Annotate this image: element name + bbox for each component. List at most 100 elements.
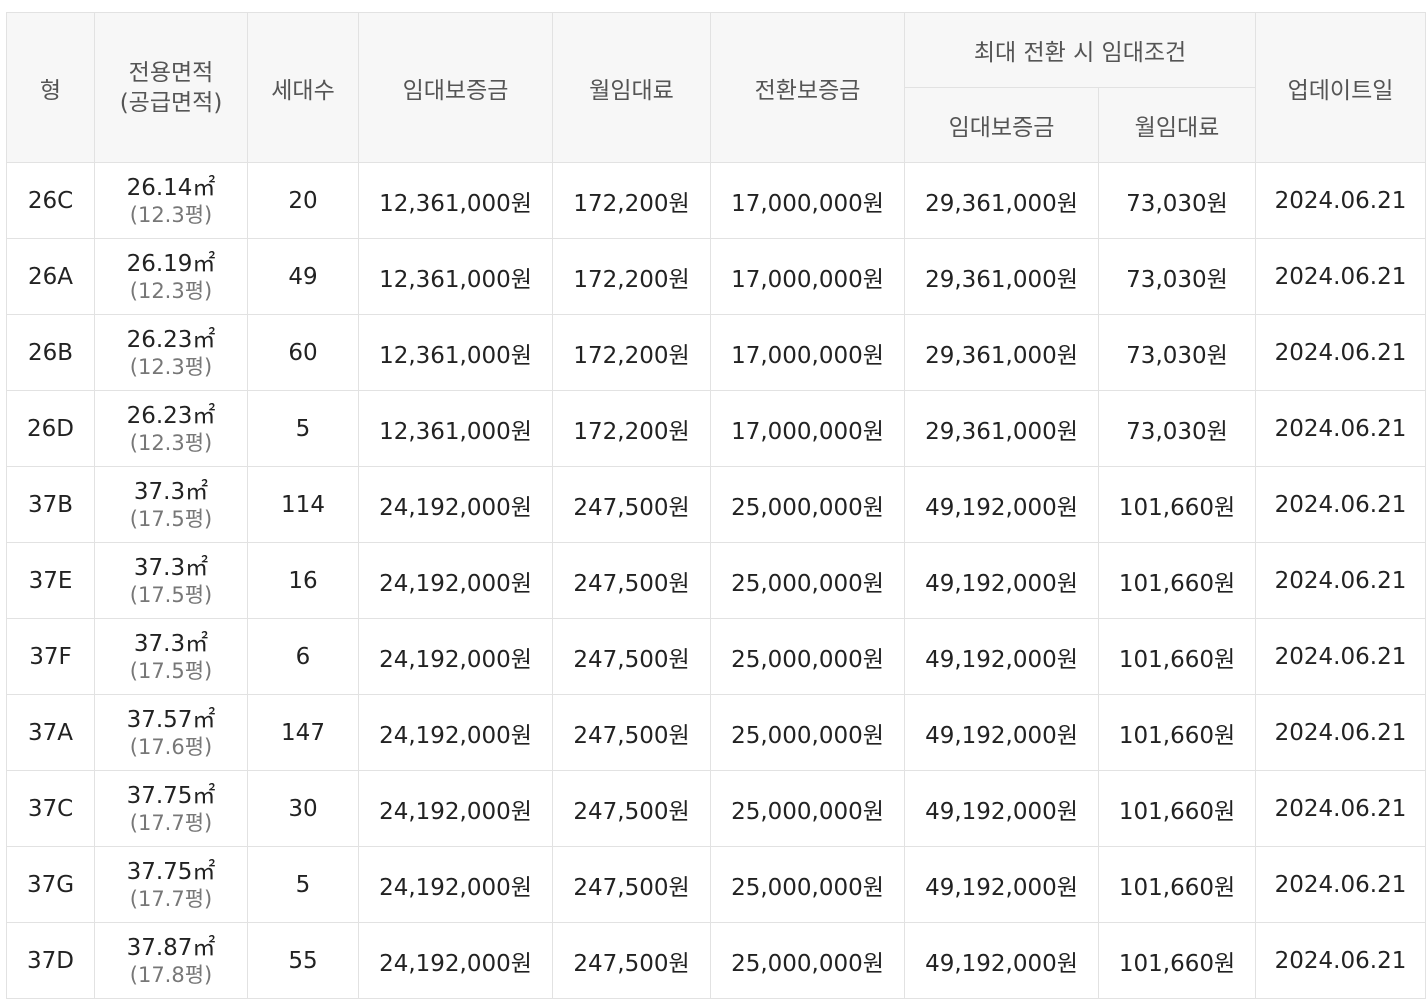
area-exclusive: 26.14㎡ (95, 174, 247, 202)
area-exclusive: 37.87㎡ (95, 934, 247, 962)
header-households: 세대수 (247, 12, 359, 163)
area-supply: (12.3평) (129, 354, 213, 379)
area-unit: ㎡ (192, 782, 216, 809)
table-row: 37B 37.3㎡ (17.5평) 114 24,192,000원 247,500원 25,… (6, 466, 1426, 543)
area-supply: (17.7평) (129, 886, 213, 911)
cell-deposit: 24,192,000원 (358, 694, 553, 771)
cell-deposit: 24,192,000원 (358, 466, 553, 543)
area-supply: (12.3평) (129, 430, 213, 455)
cell-max-deposit: 29,361,000원 (904, 238, 1099, 315)
area-exclusive: 37.3㎡ (95, 630, 247, 658)
table-body: 26C 26.14㎡ (12.3평) 20 12,361,000원 172,200원 17,… (6, 162, 1426, 999)
cell-conversion-deposit: 17,000,000원 (710, 390, 905, 467)
area-unit: ㎡ (192, 934, 216, 961)
area-value: 37.57 (126, 706, 193, 733)
cell-deposit: 24,192,000원 (358, 618, 553, 695)
table-row: 26A 26.19㎡ (12.3평) 49 12,361,000원 172,200원 17,… (6, 238, 1426, 315)
cell-conversion-deposit: 25,000,000원 (710, 542, 905, 619)
cell-max-rent: 101,660원 (1098, 466, 1256, 543)
header-deposit: 임대보증금 (358, 12, 553, 163)
header-area-line2: (공급면적) (119, 89, 223, 116)
header-area: 전용면적 (공급면적) (94, 12, 248, 163)
cell-area: 37.57㎡ (17.6평) (94, 694, 248, 771)
cell-rent: 172,200원 (552, 314, 711, 391)
cell-updated: 2024.06.21 (1255, 162, 1426, 239)
area-supply: (17.7평) (129, 810, 213, 835)
cell-type: 26C (6, 162, 95, 239)
cell-type: 26D (6, 390, 95, 467)
cell-households: 6 (247, 618, 359, 695)
cell-updated: 2024.06.21 (1255, 238, 1426, 315)
table-row: 37D 37.87㎡ (17.8평) 55 24,192,000원 247,500원 25,… (6, 922, 1426, 999)
cell-type: 37D (6, 922, 95, 999)
area-unit: ㎡ (192, 402, 216, 429)
area-exclusive: 37.75㎡ (95, 858, 247, 886)
cell-conversion-deposit: 25,000,000원 (710, 466, 905, 543)
cell-type: 37C (6, 770, 95, 847)
cell-conversion-deposit: 17,000,000원 (710, 314, 905, 391)
cell-rent: 247,500원 (552, 770, 711, 847)
cell-updated: 2024.06.21 (1255, 314, 1426, 391)
rental-table-container: 형 전용면적 (공급면적) 세대수 임대보증금 월임대료 전환보증금 최대 전환… (6, 12, 1426, 999)
area-exclusive: 26.23㎡ (95, 326, 247, 354)
table-row: 37A 37.57㎡ (17.6평) 147 24,192,000원 247,500원 25… (6, 694, 1426, 771)
table-row: 26B 26.23㎡ (12.3평) 60 12,361,000원 172,200원 17,… (6, 314, 1426, 391)
header-max-deposit: 임대보증금 (904, 87, 1099, 163)
cell-households: 60 (247, 314, 359, 391)
cell-households: 5 (247, 846, 359, 923)
table-row: 37C 37.75㎡ (17.7평) 30 24,192,000원 247,500원 25,… (6, 770, 1426, 847)
area-exclusive: 26.23㎡ (95, 402, 247, 430)
area-supply: (17.8평) (129, 962, 213, 987)
area-exclusive: 37.3㎡ (95, 478, 247, 506)
table-row: 37F 37.3㎡ (17.5평) 6 24,192,000원 247,500원 25,00… (6, 618, 1426, 695)
cell-max-rent: 101,660원 (1098, 694, 1256, 771)
area-supply: (17.6평) (129, 734, 213, 759)
cell-area: 26.23㎡ (12.3평) (94, 390, 248, 467)
area-unit: ㎡ (192, 706, 216, 733)
cell-type: 37G (6, 846, 95, 923)
cell-rent: 172,200원 (552, 238, 711, 315)
cell-updated: 2024.06.21 (1255, 770, 1426, 847)
table-row: 37E 37.3㎡ (17.5평) 16 24,192,000원 247,500원 25,0… (6, 542, 1426, 619)
cell-households: 147 (247, 694, 359, 771)
area-value: 26.23 (126, 326, 193, 353)
cell-max-deposit: 49,192,000원 (904, 542, 1099, 619)
cell-updated: 2024.06.21 (1255, 466, 1426, 543)
area-unit: ㎡ (192, 326, 216, 353)
cell-max-deposit: 29,361,000원 (904, 390, 1099, 467)
cell-max-rent: 73,030원 (1098, 314, 1256, 391)
cell-households: 55 (247, 922, 359, 999)
area-unit: ㎡ (192, 250, 216, 277)
cell-deposit: 12,361,000원 (358, 314, 553, 391)
cell-households: 49 (247, 238, 359, 315)
area-value: 37.75 (126, 858, 193, 885)
cell-max-deposit: 29,361,000원 (904, 162, 1099, 239)
cell-rent: 172,200원 (552, 390, 711, 467)
cell-deposit: 12,361,000원 (358, 238, 553, 315)
cell-type: 37B (6, 466, 95, 543)
cell-area: 37.75㎡ (17.7평) (94, 846, 248, 923)
cell-max-deposit: 49,192,000원 (904, 770, 1099, 847)
area-supply: (17.5평) (129, 582, 213, 607)
cell-households: 20 (247, 162, 359, 239)
area-exclusive: 26.19㎡ (95, 250, 247, 278)
area-value: 26.14 (126, 174, 193, 201)
cell-conversion-deposit: 25,000,000원 (710, 922, 905, 999)
cell-max-rent: 101,660원 (1098, 542, 1256, 619)
cell-deposit: 12,361,000원 (358, 390, 553, 467)
area-supply: (12.3평) (129, 278, 213, 303)
cell-conversion-deposit: 17,000,000원 (710, 238, 905, 315)
area-value: 37.3 (133, 478, 186, 505)
cell-updated: 2024.06.21 (1255, 694, 1426, 771)
area-supply: (17.5평) (129, 658, 213, 683)
cell-deposit: 24,192,000원 (358, 846, 553, 923)
cell-area: 26.19㎡ (12.3평) (94, 238, 248, 315)
cell-households: 16 (247, 542, 359, 619)
cell-rent: 247,500원 (552, 466, 711, 543)
header-area-line1: 전용면적 (128, 59, 214, 86)
header-conversion-deposit: 전환보증금 (710, 12, 905, 163)
cell-max-deposit: 49,192,000원 (904, 694, 1099, 771)
cell-households: 30 (247, 770, 359, 847)
cell-max-rent: 73,030원 (1098, 162, 1256, 239)
cell-area: 37.87㎡ (17.8평) (94, 922, 248, 999)
